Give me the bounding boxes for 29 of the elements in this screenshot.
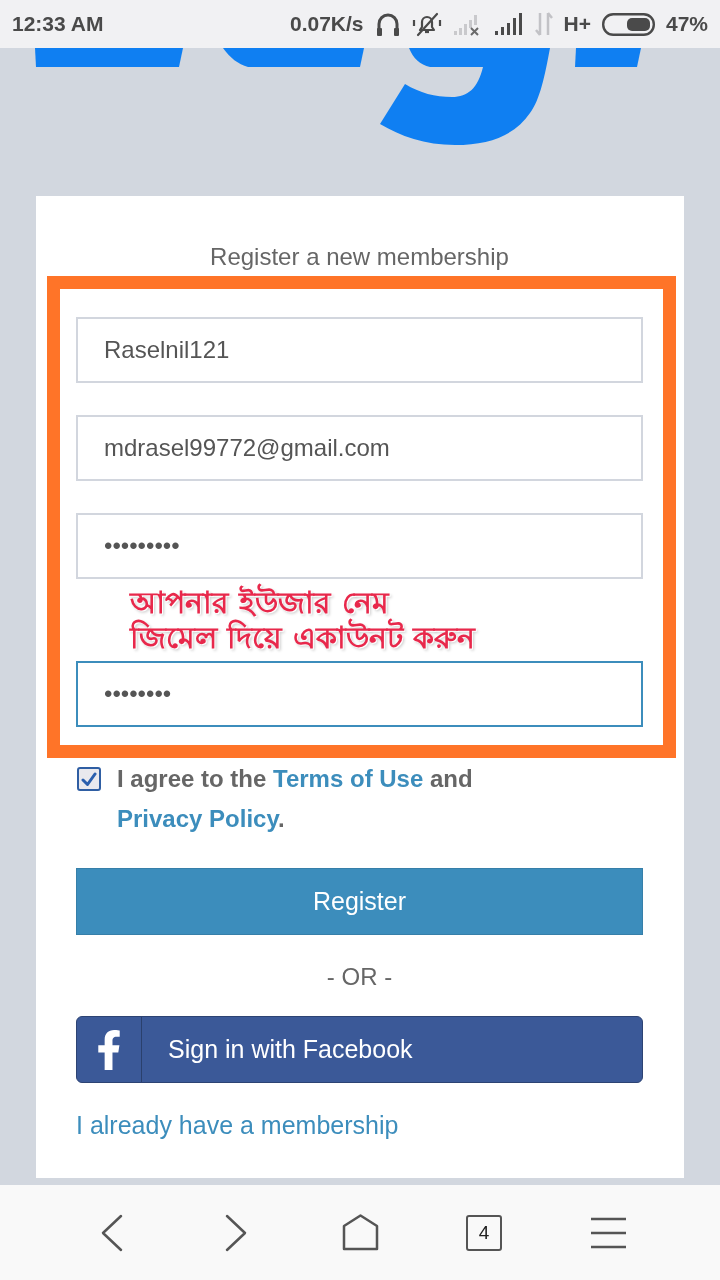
network-type: H+ (563, 12, 591, 36)
agreement-text: I agree to the Terms of Use and Privacy Policy. (117, 764, 474, 834)
battery-percent: 47% (665, 12, 708, 36)
register-button[interactable]: Register (76, 868, 643, 935)
muted-bell-icon (411, 11, 442, 37)
annotation-text: জিমেল দিয়ে একাউনট করুন (130, 620, 476, 655)
agreement-link[interactable]: Terms of Use (273, 765, 424, 792)
email-field[interactable]: mdrasel99772@gmail.com (76, 415, 643, 481)
checkmark-icon (81, 771, 97, 787)
facebook-sign-in-button[interactable]: Sign in with Facebook (76, 1016, 643, 1083)
menu-icon[interactable] (589, 1216, 627, 1249)
form-title: Register a new membership (209, 242, 510, 272)
data-arrows-icon (534, 11, 553, 37)
username-field[interactable]: Raselnil121 (76, 317, 643, 383)
password-field[interactable]: ••••••••• (76, 513, 643, 579)
tab-count-button[interactable]: 4 (466, 1214, 502, 1251)
login-link[interactable]: I already have a membership (76, 1110, 399, 1140)
home-icon[interactable] (341, 1214, 379, 1251)
network-speed: 0.07K/s (289, 12, 364, 36)
signal-icon (493, 11, 524, 37)
agreement-link[interactable]: Privacy Policy (117, 805, 278, 832)
confirm-password-field[interactable]: •••••••• (76, 661, 643, 727)
forward-icon[interactable] (225, 1213, 247, 1252)
agree-checkbox[interactable] (77, 767, 101, 791)
or-separator: - OR - (325, 962, 394, 992)
headphones-icon (374, 11, 401, 37)
back-icon[interactable] (101, 1213, 123, 1252)
battery-icon (601, 12, 655, 36)
status-time: 12:33 AM (12, 12, 104, 36)
